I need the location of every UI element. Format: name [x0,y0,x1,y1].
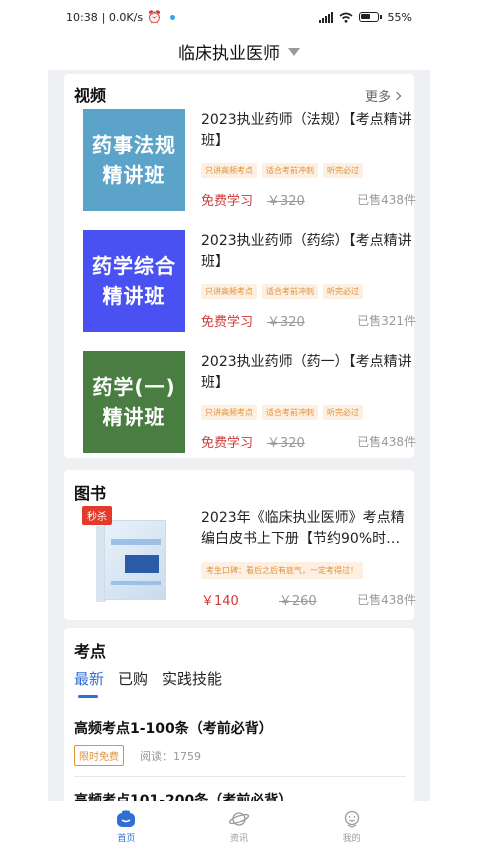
sold-count: 已售438件 [357,435,416,449]
kaodian-item-title[interactable]: 高频考点1-100条（考前必背） [74,718,273,738]
battery-level: 55% [387,10,412,24]
status-bar: 10:38 | 0.0K/s ⏰ 55% [0,0,478,34]
nav-label: 我的 [342,834,361,844]
thumb-line2: 精讲班 [102,163,166,187]
content-panel[interactable]: 视频 更多 药事法规 精讲班 2023执业药师（法规）【考点精讲班】 只讲高频考… [48,70,430,801]
course-item[interactable]: 药学综合 精讲班 2023执业药师（药综）【考点精讲班】 只讲高频考点 适合考前… [64,221,426,341]
status-left: 10:38 | 0.0K/s ⏰ [66,10,176,24]
course-title: 2023执业药师（药一）【考点精讲班】 [201,354,412,391]
course-tag: 听完必过 [323,405,363,420]
caret-down-icon [288,48,300,56]
status-right: 55% [318,10,412,24]
sold-count: 已售438件 [357,193,416,207]
notification-dot-icon [170,14,176,20]
page-title: 临床执业医师 [178,43,280,64]
course-tag: 听完必过 [323,284,363,299]
course-title: 2023执业药师（法规）【考点精讲班】 [201,112,412,149]
kaodian-tabs: 最新 已购 实践技能 [74,668,222,689]
course-thumbnail: 药学(一) 精讲班 [83,351,185,453]
price-row: 免费学习 ￥320 已售438件 [201,190,416,209]
course-tag: 只讲高频考点 [201,284,257,299]
book-sold-count: 已售438件 [357,593,416,607]
course-tag: 适合考前冲刺 [262,163,318,178]
nav-home[interactable]: 首页 [96,801,156,850]
book-price: ￥140 [201,594,239,609]
book-title: 2023年《临床执业医师》考点精编白皮书上下册【节约90%时… [201,510,405,547]
course-thumbnail: 药学综合 精讲班 [83,230,185,332]
thumb-line2: 精讲班 [102,405,166,429]
course-tag: 只讲高频考点 [201,163,257,178]
seckill-badge: 秒杀 [82,506,112,525]
course-item[interactable]: 药事法规 精讲班 2023执业药师（法规）【考点精讲班】 只讲高频考点 适合考前… [64,100,426,220]
sold-count: 已售321件 [357,314,416,328]
free-label: 免费学习 [201,436,254,451]
divider [74,776,406,777]
kaodian-section: 考点 最新 已购 实践技能 高频考点1-100条（考前必背） 限时免费 阅读：1… [64,628,414,801]
tab-practice-skills[interactable]: 实践技能 [162,668,222,689]
book-cover-image [104,520,166,600]
course-tag: 听完必过 [323,163,363,178]
exam-selector[interactable]: 临床执业医师 [0,34,478,68]
course-title: 2023执业药师（药综）【考点精讲班】 [201,233,412,270]
wifi-icon [339,12,353,23]
book-price-row: ￥140 ￥260 已售438件 [201,590,416,609]
bottom-nav: 首页 资讯 我的 [0,801,478,850]
price-row: 免费学习 ￥320 已售438件 [201,432,416,451]
free-label: 免费学习 [201,315,254,330]
tab-latest[interactable]: 最新 [74,668,104,689]
course-tag: 适合考前冲刺 [262,405,318,420]
thumb-line1: 药事法规 [92,133,176,157]
status-time: 10:38 [66,10,98,24]
nav-label: 首页 [117,834,136,844]
home-icon [115,809,137,829]
course-tags: 只讲高频考点 适合考前冲刺 听完必过 [201,163,363,178]
planet-icon [228,809,250,829]
tab-underline [78,695,98,698]
section-title-book: 图书 [74,484,107,503]
tab-purchased[interactable]: 已购 [118,668,148,689]
thumb-line1: 药学(一) [92,375,176,399]
original-price: ￥320 [267,315,305,330]
book-original-price: ￥260 [278,594,317,609]
course-tag: 只讲高频考点 [201,405,257,420]
book-thumbnail: 秒杀 [82,506,190,610]
course-item[interactable]: 药学(一) 精讲班 2023执业药师（药一）【考点精讲班】 只讲高频考点 适合考… [64,342,426,462]
nav-news[interactable]: 资讯 [209,801,269,850]
course-tag: 适合考前冲刺 [262,284,318,299]
signal-icon [318,11,333,23]
price-row: 免费学习 ￥320 已售321件 [201,311,416,330]
read-count: 阅读：1759 [140,750,201,763]
thumb-line1: 药学综合 [92,254,176,278]
nav-label: 资讯 [229,834,248,844]
free-label: 免费学习 [201,194,254,209]
nav-mine[interactable]: 我的 [322,801,382,850]
original-price: ￥320 [267,194,305,209]
course-tags: 只讲高频考点 适合考前冲刺 听完必过 [201,284,363,299]
video-section: 视频 更多 药事法规 精讲班 2023执业药师（法规）【考点精讲班】 只讲高频考… [64,74,416,458]
network-speed: | 0.0K/s [101,10,144,24]
review-tag: 考生口碑：看后之后有底气，一定考得过！ [201,562,363,579]
book-section[interactable]: 图书 秒杀 2023年《临床执业医师》考点精编白皮书上下册【节约90%时… 考生… [64,470,416,620]
kaodian-item-title[interactable]: 高频考点101-200条（考前必背） [74,790,292,801]
battery-icon [358,12,382,22]
chevron-right-icon [392,91,402,100]
course-tags: 只讲高频考点 适合考前冲刺 听完必过 [201,405,363,420]
thumb-line2: 精讲班 [102,284,166,308]
limited-free-badge: 限时免费 [74,745,124,766]
user-icon [341,809,363,829]
alarm-icon: ⏰ [147,10,163,24]
original-price: ￥320 [267,436,305,451]
section-title-kaodian: 考点 [74,642,107,661]
course-thumbnail: 药事法规 精讲班 [83,109,185,211]
